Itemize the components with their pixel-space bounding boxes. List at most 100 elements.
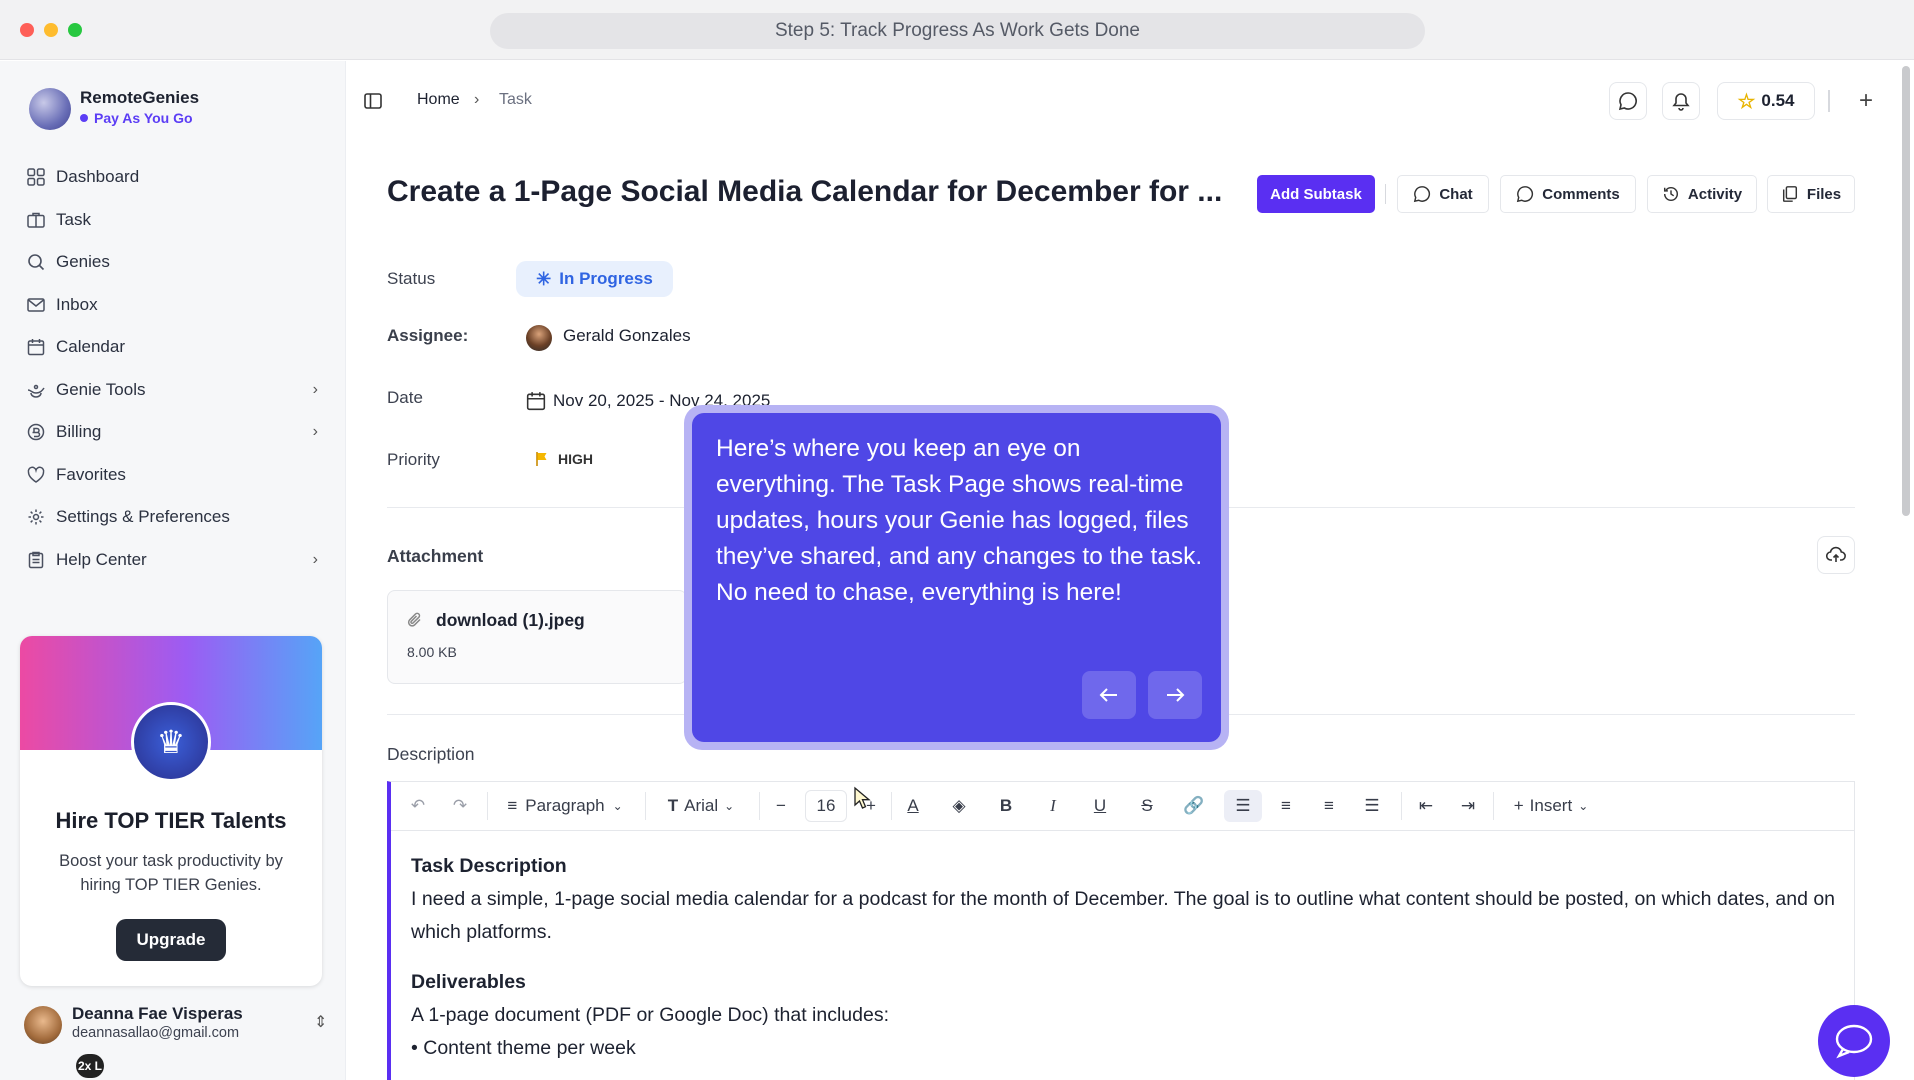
chat-bubble-icon	[1835, 1024, 1873, 1059]
assignee-name[interactable]: Gerald Gonzales	[563, 326, 691, 346]
font-family-dropdown[interactable]: T Arial ⌄	[653, 790, 749, 822]
breadcrumb-home[interactable]: Home	[417, 91, 460, 109]
priority-label: Priority	[387, 450, 440, 469]
notifications-button[interactable]	[1662, 82, 1700, 120]
comments-button[interactable]: Comments	[1500, 175, 1636, 213]
font-size-input[interactable]: 16	[805, 790, 847, 822]
add-subtask-button[interactable]: Add Subtask	[1257, 175, 1375, 213]
activity-button[interactable]: Activity	[1647, 175, 1757, 213]
sidebar-item-label: Favorites	[56, 464, 126, 484]
editor-content[interactable]: Task Description I need a simple, 1-page…	[411, 850, 1841, 1065]
sidebar-item-settings[interactable]: Settings & Preferences	[26, 496, 318, 539]
sidebar-item-task[interactable]: Task	[26, 199, 318, 242]
chat-button-label: Chat	[1439, 185, 1473, 203]
undo-icon[interactable]: ↶	[403, 790, 433, 822]
crown-icon: ♛	[131, 702, 211, 782]
decrease-font-size-icon[interactable]: −	[765, 790, 797, 822]
status-label: Status	[387, 269, 436, 288]
activity-button-label: Activity	[1687, 185, 1743, 203]
deliverables-heading: Deliverables	[411, 971, 526, 993]
assignee-avatar	[526, 325, 552, 351]
sidebar-item-dashboard[interactable]: Dashboard	[26, 156, 318, 199]
sidebar-item-genie-tools[interactable]: Genie Tools ›	[26, 369, 318, 412]
plan-dot-icon	[80, 114, 88, 122]
files-icon	[1782, 186, 1797, 202]
scrollbar-thumb[interactable]	[1902, 66, 1910, 516]
indent-icon[interactable]: ⇥	[1451, 790, 1485, 822]
clipboard-icon	[26, 550, 46, 570]
align-left-icon[interactable]: ☰	[1224, 790, 1262, 822]
messages-button[interactable]	[1609, 82, 1647, 120]
sidebar-item-genies[interactable]: Genies	[26, 241, 318, 284]
minimize-window-button[interactable]	[44, 23, 58, 37]
status-value: In Progress	[559, 269, 653, 288]
text-color-icon[interactable]: A	[895, 790, 931, 822]
calendar-icon	[525, 390, 547, 412]
sidebar-item-label: Calendar	[56, 337, 125, 357]
sidebar-item-inbox[interactable]: Inbox	[26, 284, 318, 327]
font-icon: T	[667, 796, 679, 815]
underline-icon[interactable]: U	[1083, 790, 1117, 822]
strikethrough-icon[interactable]: S	[1130, 790, 1164, 822]
sidebar-item-calendar[interactable]: Calendar	[26, 326, 318, 369]
actions-divider	[1385, 184, 1386, 204]
insert-dropdown[interactable]: + Insert ⌄	[1501, 790, 1601, 822]
align-right-icon[interactable]: ≡	[1312, 790, 1346, 822]
priority-badge[interactable]: HIGH	[522, 444, 612, 474]
font-family-value: Arial	[684, 796, 719, 815]
block-type-value: Paragraph	[525, 796, 605, 815]
sidebar-item-favorites[interactable]: Favorites	[26, 454, 318, 497]
status-badge[interactable]: ✳ In Progress	[516, 261, 673, 297]
tour-next-button[interactable]	[1148, 671, 1202, 719]
brand-logo[interactable]	[29, 88, 71, 130]
insert-label: Insert	[1529, 796, 1573, 815]
sidebar-item-billing[interactable]: Billing ›	[26, 411, 318, 454]
search-icon	[26, 252, 46, 272]
italic-icon[interactable]: I	[1036, 790, 1070, 822]
zoom-window-button[interactable]	[68, 23, 82, 37]
sidebar-item-label: Inbox	[56, 294, 98, 314]
promo-text: Boost your task productivity by hiring T…	[59, 852, 283, 894]
attachment-card[interactable]: download (1).jpeg 8.00 KB	[387, 590, 687, 684]
close-window-button[interactable]	[20, 23, 34, 37]
sidebar-toggle-icon[interactable]	[362, 90, 384, 112]
plan-text: Pay As You Go	[94, 110, 193, 126]
priority-value: HIGH	[558, 451, 593, 467]
highlight-color-icon[interactable]: ◈	[941, 790, 977, 822]
sidebar-item-help-center[interactable]: Help Center ›	[26, 539, 318, 582]
avatar[interactable]	[24, 1006, 62, 1044]
credits-balance[interactable]: ☆ 0.54	[1717, 82, 1815, 120]
title-bar: Step 5: Track Progress As Work Gets Done	[0, 0, 1914, 60]
tour-prev-button[interactable]	[1082, 671, 1136, 719]
files-button-label: Files	[1806, 185, 1842, 203]
align-center-icon[interactable]: ≡	[1269, 790, 1303, 822]
align-justify-icon[interactable]: ☰	[1355, 790, 1389, 822]
upgrade-promo-card: ♛ Hire TOP TIER Talents Boost your task …	[20, 636, 322, 986]
bold-icon[interactable]: B	[989, 790, 1023, 822]
arrow-left-icon	[1099, 688, 1117, 702]
support-chat-button[interactable]	[1818, 1005, 1890, 1077]
cloud-upload-icon	[1826, 546, 1846, 562]
breadcrumb-current: Task	[499, 91, 532, 108]
chevron-down-icon: ⌄	[612, 799, 623, 813]
redo-icon[interactable]: ↷	[445, 790, 475, 822]
plan-label: Pay As You Go	[80, 110, 193, 126]
breadcrumb-separator-icon: ›	[474, 91, 480, 108]
description-editor[interactable]: ↶ ↷ ≡ Paragraph ⌄ T Arial ⌄ − 16 + A ◈ B…	[387, 781, 1855, 1080]
files-button[interactable]: Files	[1767, 175, 1855, 213]
outdent-icon[interactable]: ⇤	[1409, 790, 1443, 822]
sidebar-item-label: Settings & Preferences	[56, 507, 230, 527]
account-menu-toggle-icon[interactable]: ⇕	[314, 1012, 327, 1032]
block-type-dropdown[interactable]: ≡ Paragraph ⌄	[495, 790, 635, 822]
sidebar-item-label: Task	[56, 209, 91, 229]
paperclip-icon	[407, 611, 423, 634]
upgrade-button[interactable]: Upgrade	[116, 919, 226, 961]
window-title: Step 5: Track Progress As Work Gets Done	[490, 13, 1425, 49]
chat-button[interactable]: Chat	[1397, 175, 1489, 213]
upload-button[interactable]	[1817, 536, 1855, 574]
link-icon[interactable]: 🔗	[1177, 790, 1211, 822]
plus-icon[interactable]: +	[1853, 87, 1879, 114]
comment-icon	[1517, 186, 1534, 203]
promo-title: Hire TOP TIER Talents	[55, 808, 287, 833]
chevron-down-icon: ⌄	[724, 799, 735, 813]
